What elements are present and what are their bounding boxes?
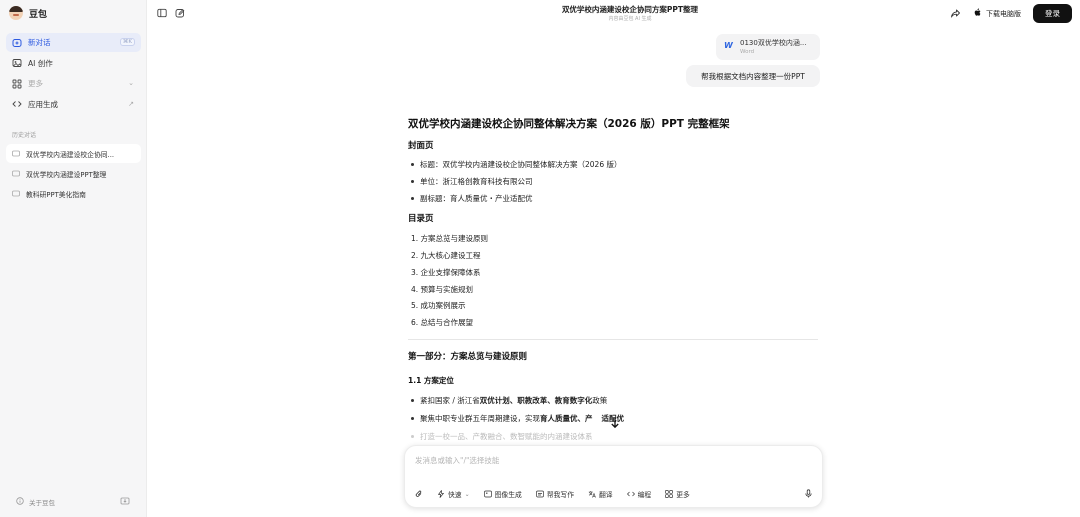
download-desktop-button[interactable]: 下载电脑版 bbox=[974, 8, 1021, 19]
chat-bubble-icon bbox=[12, 150, 20, 158]
word-file-icon: W bbox=[724, 41, 733, 50]
external-link-icon: ↗ bbox=[128, 99, 134, 108]
chevron-down-icon: ⌄ bbox=[128, 79, 134, 87]
lightning-icon bbox=[437, 490, 445, 498]
cover-heading: 封面页 bbox=[408, 141, 434, 151]
list-item: 紧扣国家 / 浙江省双优计划、职教改革、教育数字化政策 bbox=[409, 395, 607, 406]
history-title: 历史对话 bbox=[12, 132, 37, 139]
chat-bubble-icon bbox=[12, 170, 20, 178]
tool-writing[interactable]: 帮我写作 bbox=[535, 489, 574, 499]
list-item: 2. 九大核心建设工程 bbox=[411, 251, 481, 260]
doubao-avatar-icon bbox=[9, 6, 23, 20]
sidebar-item-ai-create[interactable]: AI 创作 bbox=[6, 54, 141, 73]
tool-coding[interactable]: 编程 bbox=[626, 489, 651, 499]
section-heading: 1.1 方案定位 bbox=[408, 376, 454, 385]
paperclip-icon bbox=[415, 490, 423, 498]
sidebar-item-new-chat[interactable]: 新对话 ⌘K bbox=[6, 33, 141, 52]
file-type: Word bbox=[740, 49, 755, 55]
sidebar-item-label: 新对话 bbox=[28, 38, 51, 47]
info-icon bbox=[16, 497, 24, 507]
list-item: 标题：双优学校内涵建设校企协同整体解决方案（2026 版） bbox=[409, 159, 621, 170]
sidebar-item-label: 更多 bbox=[28, 79, 43, 88]
login-button[interactable]: 登录 bbox=[1033, 4, 1072, 23]
about-label: 关于豆包 bbox=[29, 499, 55, 507]
answer-title: 双优学校内涵建设校企协同整体解决方案（2026 版）PPT 完整框架 bbox=[408, 118, 730, 130]
message-composer[interactable]: 发消息或输入"/"选择技能 快速 ⌄ 图像生成 帮我写作 翻译 编程 更多 bbox=[404, 445, 823, 508]
tool-more[interactable]: 更多 bbox=[665, 489, 690, 499]
image-icon bbox=[12, 58, 22, 68]
top-left-tools bbox=[157, 8, 185, 18]
list-item: 3. 企业支撑保障体系 bbox=[411, 268, 481, 277]
tool-image-gen[interactable]: 图像生成 bbox=[483, 489, 522, 499]
microphone-icon[interactable] bbox=[804, 489, 813, 498]
attach-button[interactable] bbox=[415, 490, 423, 498]
about-link[interactable]: 关于豆包 bbox=[16, 497, 55, 507]
sidebar-item-app-builder[interactable]: 应用生成 ↗ bbox=[6, 95, 141, 114]
app-name: 豆包 bbox=[29, 9, 48, 20]
sidebar-item-more[interactable]: 更多 ⌄ bbox=[6, 74, 141, 93]
history-item-label: 教科研PPT美化指南 bbox=[26, 190, 86, 199]
image-icon bbox=[483, 490, 492, 498]
history-item-label: 双优学校内涵建设PPT整理 bbox=[26, 170, 107, 179]
user-message: 帮我根据文档内容整理一份PPT bbox=[686, 65, 820, 87]
toc-heading: 目录页 bbox=[408, 214, 434, 224]
file-name: 0130双优学校内涵... bbox=[740, 39, 807, 47]
grid-icon bbox=[665, 490, 674, 498]
grid-icon bbox=[12, 79, 22, 89]
sidebar-item-label: 应用生成 bbox=[28, 99, 58, 109]
sidebar-nav: 新对话 ⌘K AI 创作 更多 ⌄ 应用生成 ↗ bbox=[6, 33, 141, 115]
tool-translate[interactable]: 翻译 bbox=[588, 489, 613, 499]
brand[interactable]: 豆包 bbox=[9, 6, 47, 20]
scroll-to-bottom-icon[interactable] bbox=[609, 416, 621, 430]
share-icon[interactable] bbox=[950, 8, 961, 19]
list-item: 6. 总结与合作展望 bbox=[411, 318, 474, 327]
list-item: 聚焦中职专业群五年周期建设，实现育人质量优、产 适配优 bbox=[409, 413, 624, 424]
new-chat-icon bbox=[12, 38, 22, 48]
sidebar: 豆包 新对话 ⌘K AI 创作 更多 ⌄ 应用生成 ↗ 历史对话 双优学校内涵建… bbox=[0, 0, 147, 517]
history-item[interactable]: 双优学校内涵建设校企协同... bbox=[6, 144, 141, 163]
edit-icon[interactable] bbox=[175, 8, 185, 18]
write-icon bbox=[535, 490, 544, 498]
history-item[interactable]: 教科研PPT美化指南 bbox=[6, 184, 141, 203]
download-label: 下载电脑版 bbox=[986, 9, 1021, 18]
list-item: 单位：浙江格创教育科技有限公司 bbox=[409, 176, 533, 187]
list-item: 副标题：育人质量优・产业适配优 bbox=[409, 193, 533, 204]
history-item-label: 双优学校内涵建设校企协同... bbox=[26, 150, 115, 159]
translate-icon bbox=[588, 490, 596, 498]
divider bbox=[408, 339, 818, 340]
code-icon bbox=[12, 99, 22, 109]
download-app-icon[interactable] bbox=[120, 496, 130, 506]
list-item: 打造一校一品、产教融合、数智赋能的内涵建设体系 bbox=[409, 431, 593, 442]
list-item: 4. 预算与实施规划 bbox=[411, 285, 474, 294]
apple-icon bbox=[974, 8, 982, 19]
shortcut-badge: ⌘K bbox=[119, 38, 135, 46]
page-subtitle: 内容由豆包 AI 生成 bbox=[608, 16, 652, 22]
list-item: 5. 成功案例展示 bbox=[411, 301, 466, 310]
message-input[interactable]: 发消息或输入"/"选择技能 bbox=[415, 455, 499, 466]
chat-bubble-icon bbox=[12, 190, 20, 198]
page-title: 双优学校内涵建设校企协同方案PPT整理 bbox=[561, 5, 699, 14]
sidebar-toggle-icon[interactable] bbox=[157, 8, 167, 18]
attached-file-card[interactable]: W 0130双优学校内涵... Word bbox=[716, 34, 820, 60]
chevron-down-icon: ⌄ bbox=[464, 490, 470, 498]
history-list: 双优学校内涵建设校企协同... 双优学校内涵建设PPT整理 教科研PPT美化指南 bbox=[6, 144, 141, 204]
history-item[interactable]: 双优学校内涵建设PPT整理 bbox=[6, 164, 141, 183]
part1-heading: 第一部分：方案总览与建设原则 bbox=[408, 352, 528, 362]
sidebar-item-label: AI 创作 bbox=[28, 58, 53, 68]
list-item: 1. 方案总览与建设原则 bbox=[411, 234, 489, 243]
composer-toolbar: 快速 ⌄ 图像生成 帮我写作 翻译 编程 更多 bbox=[415, 489, 690, 499]
code-icon bbox=[626, 490, 635, 498]
tool-quick[interactable]: 快速 ⌄ bbox=[437, 489, 470, 499]
